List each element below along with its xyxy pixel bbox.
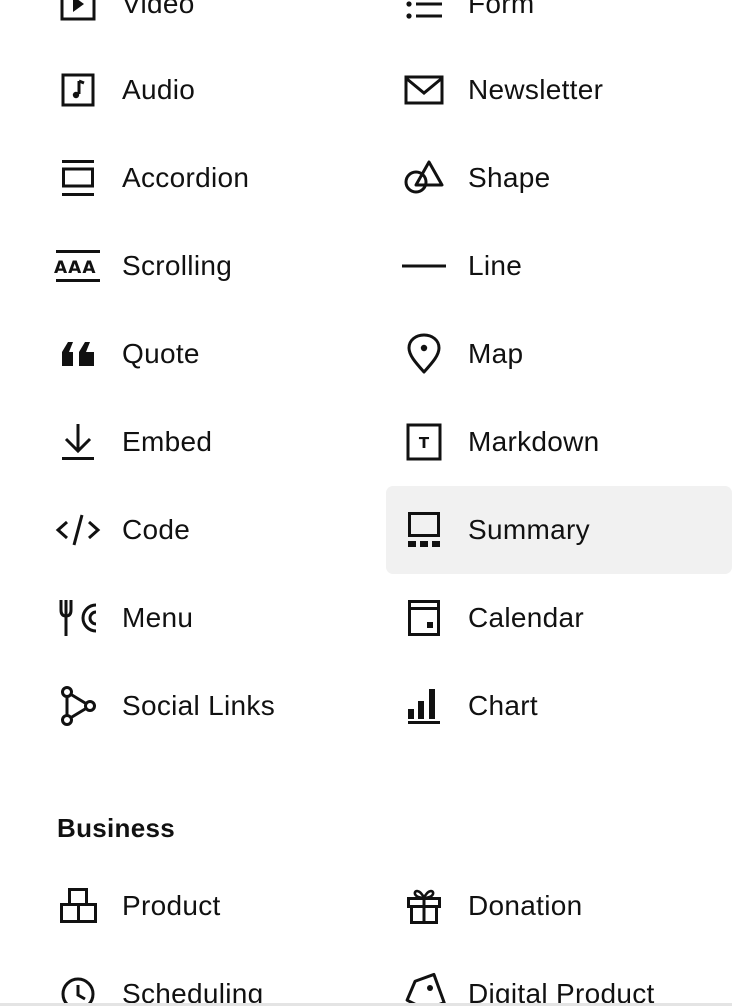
block-label-newsletter: Newsletter [468, 74, 604, 105]
block-item-digital-product[interactable]: Digital Product [386, 950, 732, 1006]
calendar-icon [402, 598, 446, 638]
block-label-shape: Shape [468, 162, 551, 193]
video-icon [56, 0, 100, 24]
scrolling-icon-text: AAA [54, 258, 96, 278]
block-label-audio: Audio [122, 74, 196, 105]
block-item-menu[interactable]: Menu [0, 574, 346, 662]
block-label-calendar: Calendar [468, 602, 585, 633]
block-item-quote[interactable]: Quote [0, 310, 346, 398]
block-item-donation[interactable]: Donation [386, 862, 732, 950]
block-label-summary: Summary [468, 514, 590, 545]
audio-icon [56, 70, 100, 110]
product-boxes-icon [56, 886, 100, 926]
map-pin-icon [402, 333, 446, 374]
markdown-icon-text: T [419, 434, 430, 452]
block-label-embed: Embed [122, 426, 213, 457]
block-item-scrolling[interactable]: AAA Scrolling [0, 222, 346, 310]
summary-icon [402, 510, 446, 550]
block-label-product: Product [122, 890, 221, 921]
block-label-markdown: Markdown [468, 426, 600, 457]
block-item-calendar[interactable]: Calendar [386, 574, 732, 662]
block-item-form[interactable]: Form [386, 0, 732, 48]
block-item-newsletter[interactable]: Newsletter [386, 46, 732, 134]
block-label-form: Form [468, 0, 535, 19]
block-label-social-links: Social Links [122, 690, 276, 721]
form-icon [402, 0, 446, 24]
price-tag-icon [402, 972, 446, 1006]
block-label-donation: Donation [468, 890, 583, 921]
envelope-icon [402, 70, 446, 110]
line-icon [402, 246, 446, 286]
block-item-scheduling[interactable]: Scheduling [0, 950, 346, 1006]
fork-and-plate-icon [56, 598, 100, 638]
block-picker-panel: Video Form Audio Newsletter Accordion Sh… [0, 0, 732, 1006]
block-item-shape[interactable]: Shape [386, 134, 732, 222]
block-item-audio[interactable]: Audio [0, 46, 346, 134]
block-label-quote: Quote [122, 338, 200, 369]
code-icon [55, 510, 101, 550]
block-label-digital-product: Digital Product [468, 978, 655, 1006]
block-item-map[interactable]: Map [386, 310, 732, 398]
block-label-code: Code [122, 514, 191, 545]
block-label-chart: Chart [468, 690, 538, 721]
block-item-embed[interactable]: Embed [0, 398, 346, 486]
block-item-chart[interactable]: Chart [386, 662, 732, 750]
share-nodes-icon [56, 686, 100, 726]
block-label-video: Video [122, 0, 195, 19]
gift-icon [402, 886, 446, 926]
block-label-menu: Menu [122, 602, 194, 633]
section-heading-business: Business [57, 813, 176, 843]
block-label-accordion: Accordion [122, 162, 250, 193]
accordion-icon [56, 158, 100, 198]
block-label-line: Line [468, 250, 523, 281]
bar-chart-icon [402, 686, 446, 726]
block-label-map: Map [468, 338, 524, 369]
clock-icon [56, 974, 100, 1006]
block-item-video[interactable]: Video [0, 0, 346, 48]
block-item-accordion[interactable]: Accordion [0, 134, 346, 222]
shape-icon [402, 158, 446, 198]
block-item-product[interactable]: Product [0, 862, 346, 950]
download-arrow-icon [56, 422, 100, 462]
block-label-scrolling: Scrolling [122, 250, 233, 281]
scrolling-text-icon: AAA [54, 246, 100, 286]
block-label-scheduling: Scheduling [122, 978, 264, 1006]
block-item-summary[interactable]: Summary [386, 486, 732, 574]
quote-icon [56, 334, 100, 374]
block-item-social-links[interactable]: Social Links [0, 662, 346, 750]
block-item-markdown[interactable]: T Markdown [386, 398, 732, 486]
block-item-line[interactable]: Line [386, 222, 732, 310]
block-item-code[interactable]: Code [0, 486, 346, 574]
markdown-icon: T [402, 422, 446, 462]
